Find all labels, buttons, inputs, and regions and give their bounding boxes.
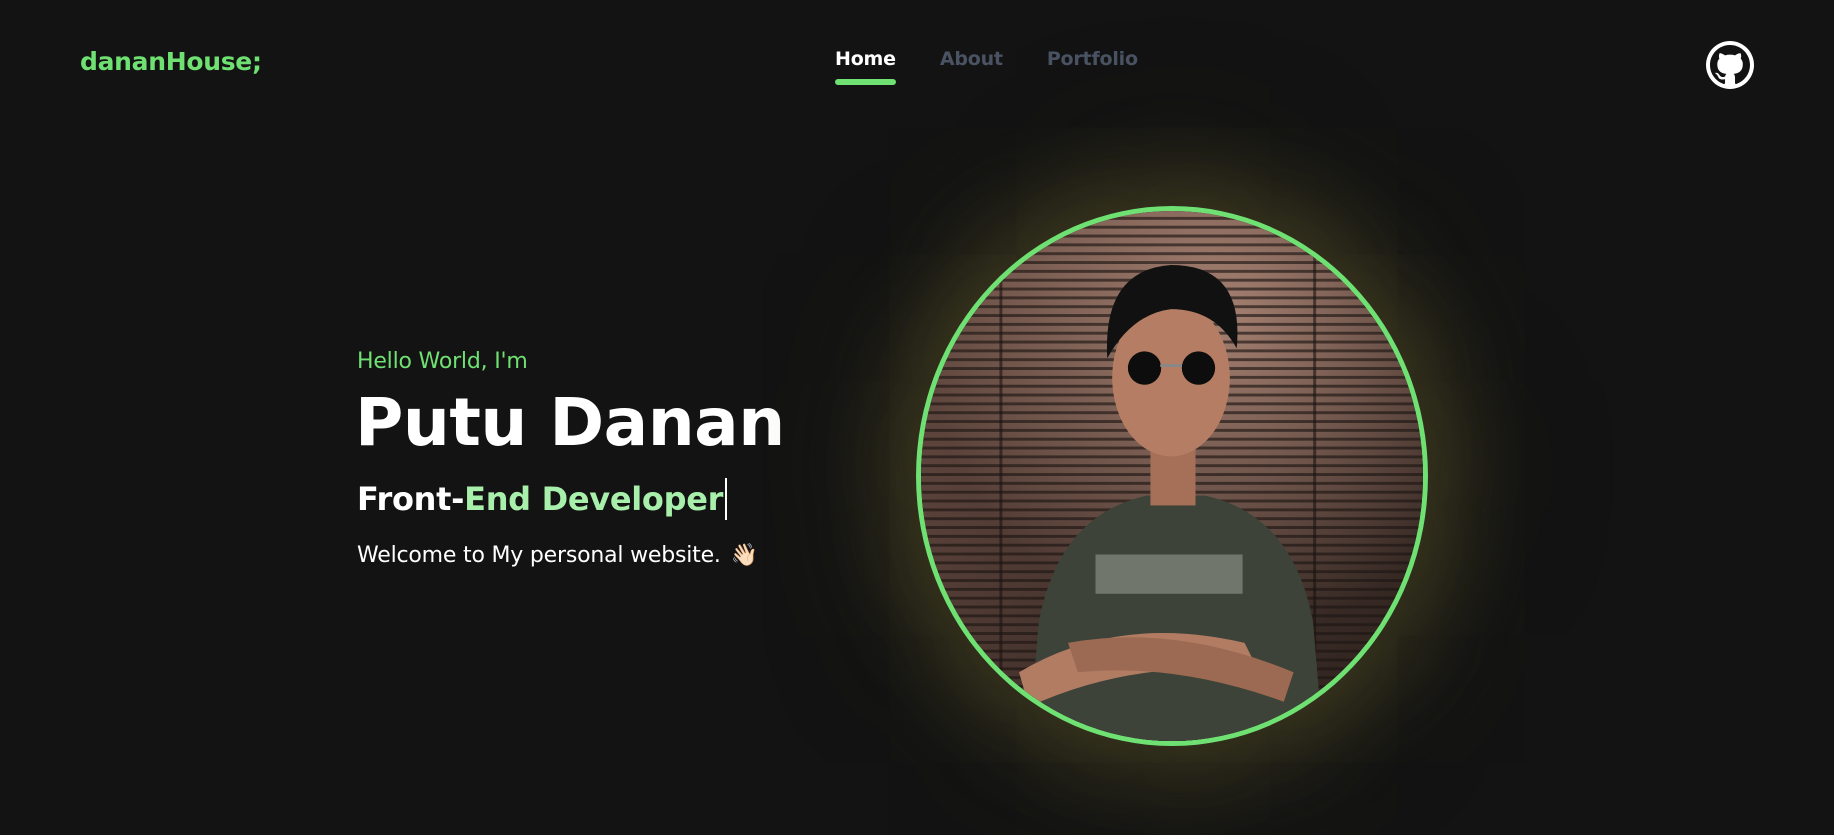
nav-active-indicator bbox=[835, 79, 896, 85]
hero-role-highlight: End Developer bbox=[464, 480, 724, 518]
site-logo[interactable]: dananHouse; bbox=[80, 47, 262, 76]
profile-photo-image bbox=[921, 211, 1423, 741]
hero-welcome: Welcome to My personal website. 👋🏻 bbox=[357, 543, 758, 568]
hero-greeting: Hello World, I'm bbox=[357, 349, 528, 374]
nav-portfolio[interactable]: Portfolio bbox=[1047, 48, 1138, 70]
nav-portfolio-label: Portfolio bbox=[1046, 48, 1138, 70]
typing-cursor bbox=[725, 478, 728, 520]
github-icon bbox=[1710, 45, 1750, 85]
github-link[interactable] bbox=[1706, 41, 1754, 89]
profile-photo bbox=[916, 206, 1428, 746]
hero-welcome-text: Welcome to My personal website. bbox=[357, 543, 721, 568]
nav-home[interactable]: Home bbox=[835, 48, 896, 85]
hero-role-typed: Front- bbox=[357, 480, 465, 518]
nav-about[interactable]: About bbox=[940, 48, 1003, 70]
page: dananHouse; Home About Portfolio Hello W… bbox=[0, 0, 1834, 835]
main-nav: Home About Portfolio bbox=[835, 48, 1138, 85]
nav-about-label: About bbox=[939, 48, 1003, 70]
nav-home-label: Home bbox=[835, 48, 896, 70]
hero-name: Putu Danan bbox=[355, 384, 785, 461]
waving-hand-icon: 👋🏻 bbox=[730, 543, 758, 568]
hero-role: Front- End Developer bbox=[357, 478, 728, 520]
